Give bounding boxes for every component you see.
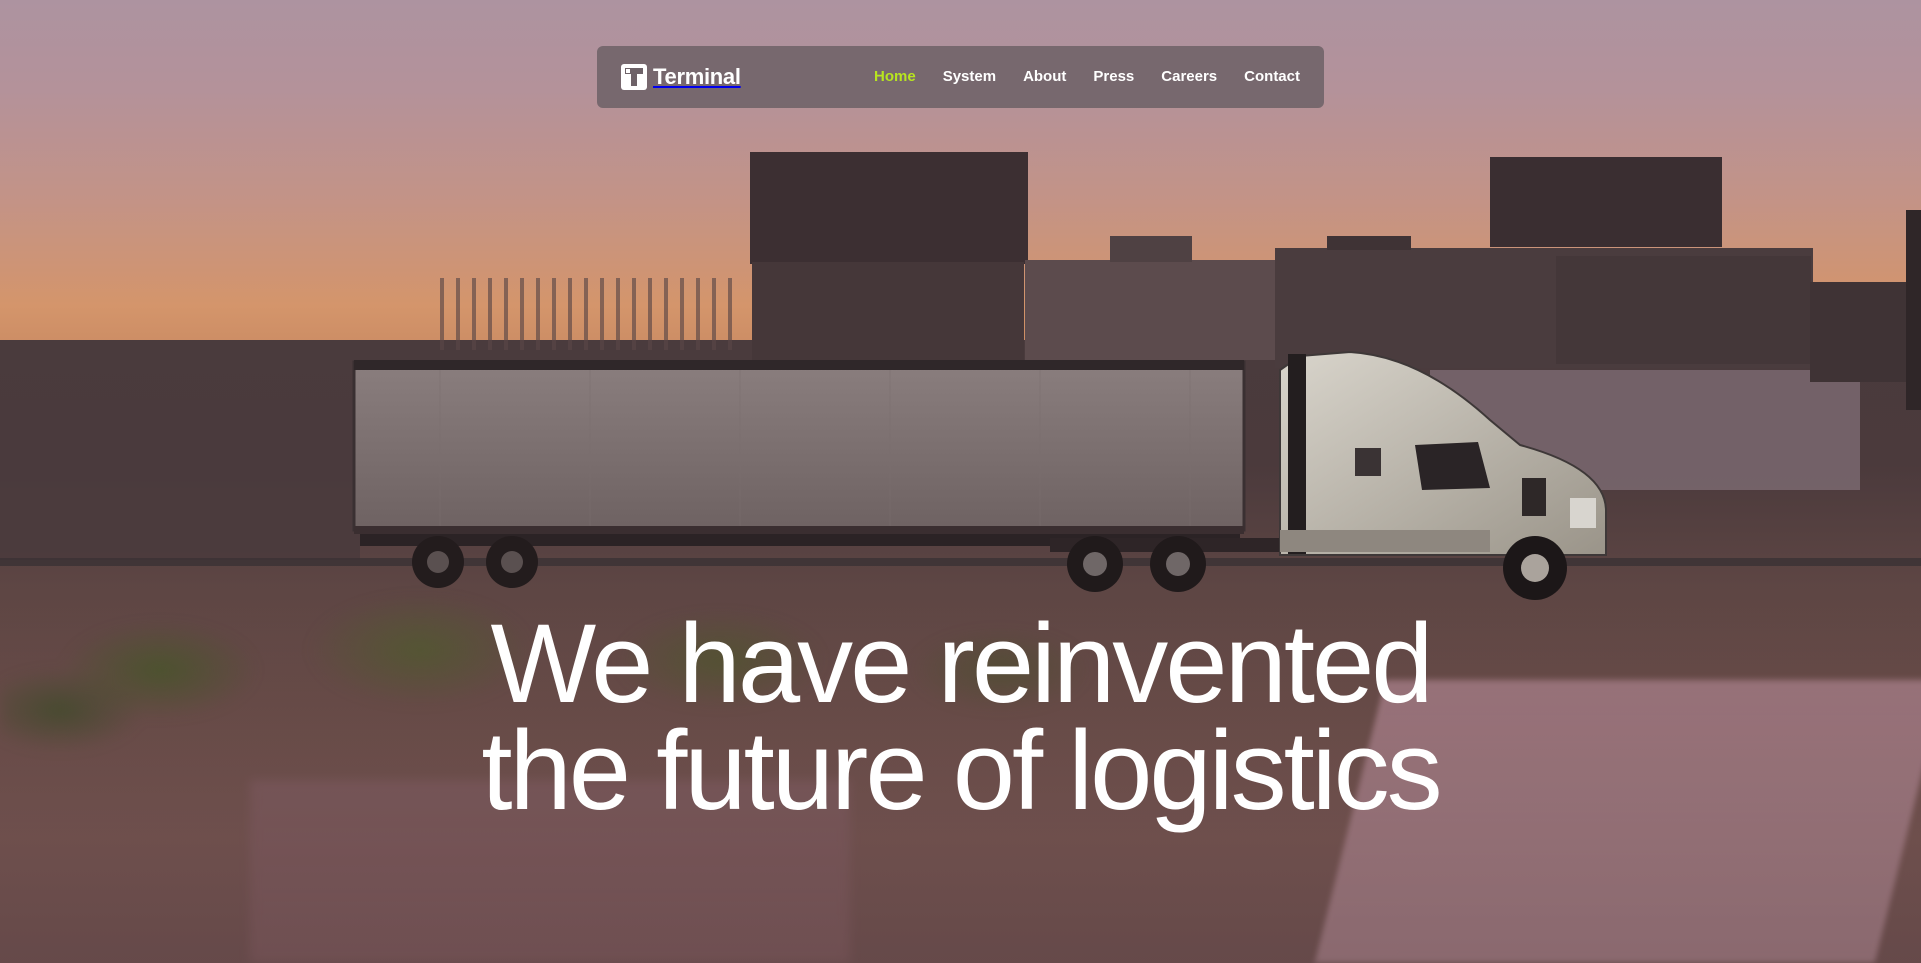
hero-headline-line-2: the future of logistics [481,708,1442,833]
nav-item-home[interactable]: Home [874,68,916,85]
hero-headline-line-1: We have reinvented [490,601,1433,726]
nav-item-system[interactable]: System [943,68,996,85]
nav-item-press[interactable]: Press [1093,68,1134,85]
nav-menu: Home System About Press Careers Contact [874,68,1300,86]
brand-name: Terminal [653,64,741,89]
terminal-logo-icon [621,64,647,90]
nav-item-about[interactable]: About [1023,68,1066,85]
hero-headline: We have reinvented the future of logisti… [0,601,1921,833]
nav-item-contact[interactable]: Contact [1244,68,1300,85]
top-navbar: Terminal Home System About Press Careers… [597,46,1324,108]
nav-item-careers[interactable]: Careers [1161,68,1217,85]
brand-logo[interactable]: Terminal [621,64,741,90]
